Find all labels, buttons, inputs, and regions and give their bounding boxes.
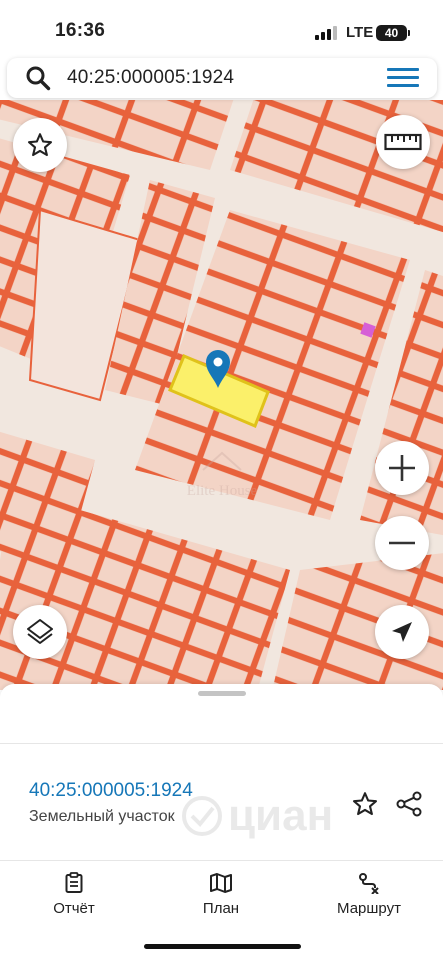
- layers-icon: [27, 619, 53, 644]
- star-icon: [352, 792, 378, 816]
- ruler-button[interactable]: [376, 115, 430, 169]
- sheet-grabber[interactable]: [198, 691, 246, 696]
- search-bar[interactable]: 40:25:000005:1924: [7, 58, 437, 98]
- battery-nub: [408, 30, 410, 36]
- svg-text:циан: циан: [228, 791, 333, 840]
- svg-text:Elite House: Elite House: [187, 483, 258, 499]
- parcel-info-sheet[interactable]: циан 40:25:000005:1924 Земельный участок…: [0, 684, 443, 960]
- zoom-out-button[interactable]: [375, 516, 429, 570]
- search-input[interactable]: 40:25:000005:1924: [67, 67, 234, 89]
- search-icon[interactable]: [25, 65, 51, 91]
- divider: [0, 860, 443, 861]
- share-icon: [396, 791, 422, 817]
- map-plan-icon: [210, 873, 232, 893]
- cadastral-map[interactable]: Elite House: [0, 100, 443, 690]
- ruler-icon: [384, 133, 422, 151]
- favorite-button[interactable]: [348, 787, 382, 821]
- favorite-map-button[interactable]: [13, 118, 67, 172]
- plus-icon: [389, 455, 415, 481]
- tab-plan[interactable]: План: [161, 872, 281, 920]
- navigation-arrow-icon: [392, 622, 412, 642]
- tab-report-label: Отчёт: [53, 900, 95, 917]
- parcel-type-label: Земельный участок: [29, 808, 175, 825]
- battery-icon: 40: [376, 25, 407, 41]
- report-icon: [65, 872, 83, 893]
- layers-button[interactable]: [13, 605, 67, 659]
- map-canvas[interactable]: Elite House: [0, 100, 443, 690]
- hamburger-menu-icon[interactable]: [387, 68, 419, 88]
- parcel-cadastral-number[interactable]: 40:25:000005:1924: [29, 780, 193, 802]
- home-indicator: [144, 944, 301, 949]
- network-type: LTE: [346, 24, 374, 41]
- my-location-button[interactable]: [375, 605, 429, 659]
- star-icon: [27, 133, 53, 157]
- minus-icon: [389, 541, 415, 545]
- tab-route-label: Маршрут: [337, 900, 401, 917]
- status-bar: 16:36 LTE 40: [0, 0, 443, 58]
- route-icon: [359, 873, 379, 894]
- tab-route[interactable]: Маршрут: [309, 872, 429, 920]
- tab-report[interactable]: Отчёт: [14, 872, 134, 920]
- cellular-signal-icon: [315, 26, 337, 40]
- tab-plan-label: План: [202, 900, 240, 917]
- zoom-in-button[interactable]: [375, 441, 429, 495]
- share-button[interactable]: [392, 787, 426, 821]
- status-time: 16:36: [55, 20, 106, 41]
- divider: [0, 743, 443, 744]
